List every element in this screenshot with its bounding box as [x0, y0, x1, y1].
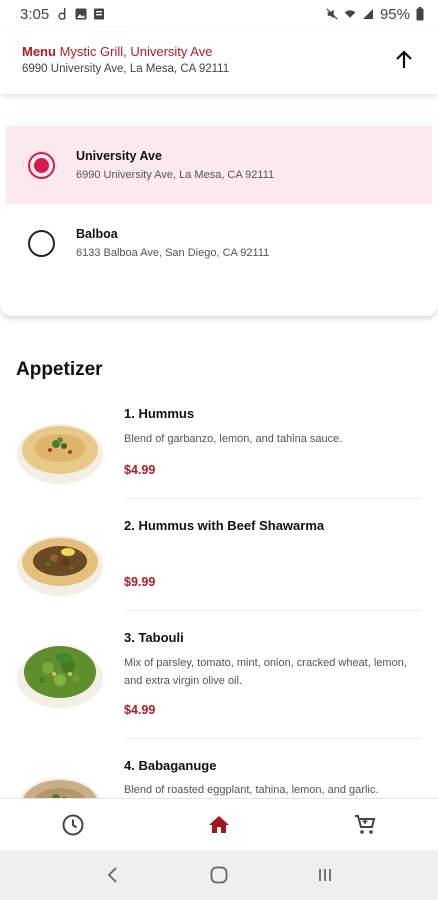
- item-name: 1. Hummus: [124, 406, 195, 421]
- menu-header: Menu Mystic Grill, University Ave 6990 U…: [0, 28, 438, 94]
- item-price: $4.99: [124, 703, 156, 717]
- radio-unselected[interactable]: [28, 229, 55, 257]
- location-option-university-ave[interactable]: University Ave 6990 University Ave, La M…: [6, 126, 432, 204]
- item-price: $4.99: [124, 463, 156, 477]
- radio-selected[interactable]: [28, 151, 55, 179]
- battery-icon: [416, 7, 424, 21]
- bottom-navigation: [0, 798, 438, 850]
- menu-list: Appetizer 1. Hummus Blend of garbanzo, l…: [0, 316, 438, 798]
- arrow-up-icon: [396, 50, 412, 68]
- item-name: 2. Hummus with Beef Shawarma: [124, 518, 325, 533]
- app-screen: 3:05 95% Menu Mystic Grill, University A…: [0, 0, 438, 900]
- hummus-shawarma-image: [17, 536, 103, 596]
- chevron-left-icon: [107, 867, 117, 883]
- recents-icon: [319, 869, 331, 881]
- location-name: University Ave: [76, 149, 162, 163]
- system-home-button[interactable]: [204, 860, 234, 890]
- menu-item[interactable]: 2. Hummus with Beef Shawarma $9.99: [0, 512, 438, 612]
- system-navigation: [0, 850, 438, 900]
- babaganuge-image: [19, 778, 101, 798]
- home-circle-icon: [210, 866, 228, 884]
- mute-icon: [326, 8, 338, 20]
- battery-percent: 95%: [379, 5, 410, 23]
- cart-icon: [355, 814, 376, 834]
- system-back-button[interactable]: [98, 860, 128, 890]
- location-address: 6133 Balboa Ave, San Diego, CA 92111: [76, 247, 270, 259]
- item-description: Mix of parsley, tomato, mint, onion, cra…: [124, 657, 407, 687]
- nav-home-button[interactable]: [199, 805, 239, 845]
- hummus-image: [17, 424, 103, 484]
- image-icon: [75, 8, 87, 20]
- nav-cart-button[interactable]: [345, 805, 385, 845]
- location-option-balboa[interactable]: Balboa 6133 Balboa Ave, San Diego, CA 92…: [0, 204, 438, 282]
- restaurant-location: Mystic Grill, University Ave: [59, 44, 213, 59]
- section-title: Appetizer: [16, 359, 103, 380]
- menu-item[interactable]: 4. Babaganuge Blend of roasted eggplant,…: [0, 754, 438, 798]
- item-description: Blend of garbanzo, lemon, and tahina sau…: [124, 433, 343, 445]
- item-price: $9.99: [124, 575, 156, 589]
- clock-icon: [62, 814, 84, 835]
- signal-icon: [362, 9, 373, 19]
- status-time: 3:05: [20, 5, 50, 23]
- item-name: 3. Tabouli: [124, 630, 184, 645]
- nav-history-button[interactable]: [53, 805, 93, 845]
- menu-item[interactable]: 1. Hummus Blend of garbanzo, lemon, and …: [0, 400, 438, 500]
- menu-item[interactable]: 3. Tabouli Mix of parsley, tomato, mint,…: [0, 624, 438, 752]
- tabouli-image: [17, 646, 103, 708]
- menu-label: Menu: [22, 44, 56, 59]
- location-address: 6990 University Ave, La Mesa, CA 92111: [76, 169, 275, 181]
- wifi-icon: [344, 10, 356, 18]
- location-name: Balboa: [76, 227, 118, 241]
- location-selector: University Ave 6990 University Ave, La M…: [0, 94, 438, 316]
- home-icon: [209, 815, 229, 833]
- item-description: Blend of roasted eggplant, tahina, lemon…: [124, 784, 379, 796]
- system-recents-button[interactable]: [310, 860, 340, 890]
- app-d-icon: [58, 8, 66, 20]
- document-icon: [94, 8, 105, 20]
- status-bar: 3:05 95%: [0, 0, 438, 28]
- scroll-up-button[interactable]: [392, 48, 416, 72]
- header-address: 6990 University Ave, La Mesa, CA 92111: [22, 63, 230, 75]
- item-name: 4. Babaganuge: [124, 758, 217, 773]
- header-title: Menu Mystic Grill, University Ave: [22, 44, 416, 59]
